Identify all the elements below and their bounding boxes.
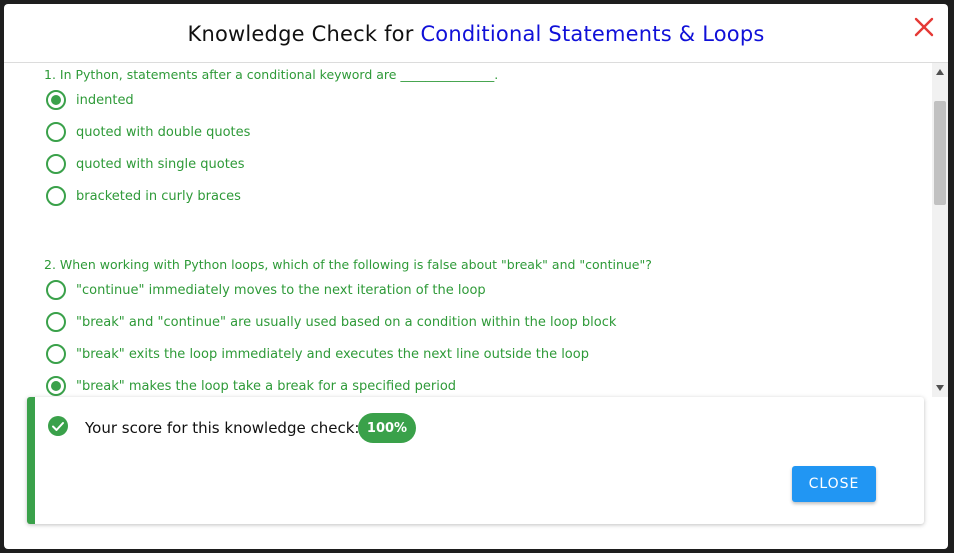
radio-icon[interactable] xyxy=(46,344,66,364)
close-icon[interactable] xyxy=(912,15,936,39)
score-badge: 100% xyxy=(358,413,416,443)
question-2-text: 2. When working with Python loops, which… xyxy=(44,257,652,272)
q2-option-3[interactable]: "break" exits the loop immediately and e… xyxy=(46,343,589,365)
option-label: "break" exits the loop immediately and e… xyxy=(76,346,589,362)
scroll-up-arrow-icon[interactable] xyxy=(932,65,948,79)
option-label: "continue" immediately moves to the next… xyxy=(76,282,486,298)
score-text: Your score for this knowledge check: xyxy=(85,419,360,437)
question-1-text: 1. In Python, statements after a conditi… xyxy=(44,67,499,82)
q1-option-3[interactable]: quoted with single quotes xyxy=(46,153,245,175)
modal-header: Knowledge Check for Conditional Statemen… xyxy=(4,4,948,63)
q2-option-4[interactable]: "break" makes the loop take a break for … xyxy=(46,375,456,397)
option-label: bracketed in curly braces xyxy=(76,188,241,204)
q2-option-2[interactable]: "break" and "continue" are usually used … xyxy=(46,311,616,333)
radio-icon[interactable] xyxy=(46,280,66,300)
scrollbar-thumb[interactable] xyxy=(934,101,946,205)
radio-icon[interactable] xyxy=(46,122,66,142)
q2-option-1[interactable]: "continue" immediately moves to the next… xyxy=(46,279,486,301)
modal-title: Knowledge Check for Conditional Statemen… xyxy=(4,22,948,46)
score-panel: Your score for this knowledge check: 100… xyxy=(27,397,924,524)
option-label: quoted with single quotes xyxy=(76,156,245,172)
check-circle-icon xyxy=(47,415,69,437)
radio-selected-icon[interactable] xyxy=(46,376,66,396)
scroll-down-arrow-icon[interactable] xyxy=(932,381,948,395)
title-prefix: Knowledge Check for xyxy=(187,22,421,46)
q1-option-1[interactable]: indented xyxy=(46,89,134,111)
close-button[interactable]: CLOSE xyxy=(792,466,876,502)
q1-option-4[interactable]: bracketed in curly braces xyxy=(46,185,241,207)
option-label: quoted with double quotes xyxy=(76,124,251,140)
radio-icon[interactable] xyxy=(46,154,66,174)
questions-area: 1. In Python, statements after a conditi… xyxy=(4,63,930,397)
title-topic: Conditional Statements & Loops xyxy=(420,22,765,46)
radio-icon[interactable] xyxy=(46,186,66,206)
vertical-scrollbar[interactable] xyxy=(932,63,948,397)
radio-selected-icon[interactable] xyxy=(46,90,66,110)
radio-icon[interactable] xyxy=(46,312,66,332)
option-label: "break" and "continue" are usually used … xyxy=(76,314,617,330)
q1-option-2[interactable]: quoted with double quotes xyxy=(46,121,250,143)
option-label: "break" makes the loop take a break for … xyxy=(76,378,457,394)
option-label: indented xyxy=(76,92,134,108)
knowledge-check-modal: Knowledge Check for Conditional Statemen… xyxy=(4,4,948,549)
